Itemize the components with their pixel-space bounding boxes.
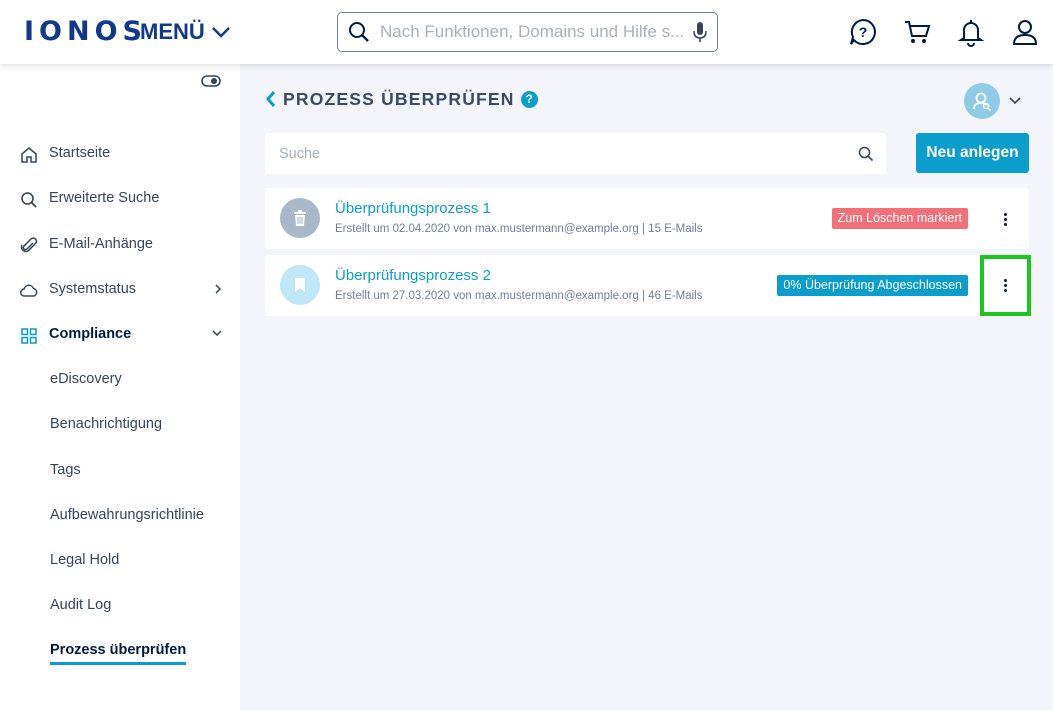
sidebar-subitem-audit-log[interactable]: Audit Log xyxy=(50,597,111,627)
home-icon xyxy=(21,147,37,163)
global-search-box[interactable] xyxy=(337,12,718,52)
ionos-logo[interactable]: IONOS xyxy=(24,16,147,48)
chevron-down-icon xyxy=(212,330,222,337)
sidebar-item-label: E-Mail-Anhänge xyxy=(49,236,153,252)
sidebar-item-erweiterte-suche[interactable]: Erweiterte Suche xyxy=(0,181,240,217)
cart-icon[interactable] xyxy=(899,14,935,50)
user-icon[interactable] xyxy=(1007,14,1043,50)
process-title-link[interactable]: Überprüfungsprozess 2 xyxy=(335,267,491,284)
menu-label: MENÜ xyxy=(140,19,205,44)
top-header: IONOS MENÜ ? xyxy=(0,0,1053,64)
new-process-button[interactable]: Neu anlegen xyxy=(916,133,1029,173)
status-badge: 0% Überprüfung Abgeschlossen xyxy=(777,275,968,296)
process-meta: Erstellt um 27.03.2020 von max.musterman… xyxy=(335,290,703,302)
process-card: Überprüfungsprozess 1 Erstellt um 02.04.… xyxy=(265,188,1029,249)
account-switcher[interactable] xyxy=(964,83,1022,119)
menu-button[interactable]: MENÜ xyxy=(140,18,231,46)
sidebar-item-label: Startseite xyxy=(49,145,111,161)
sidebar: Startseite Erweiterte Suche E-Mail-Anhän… xyxy=(0,64,240,710)
search-icon[interactable] xyxy=(858,146,874,162)
process-search-input[interactable] xyxy=(279,145,858,162)
sidebar-item-compliance[interactable]: Compliance xyxy=(0,317,240,353)
process-title-link[interactable]: Überprüfungsprozess 1 xyxy=(335,200,491,217)
page-header: PROZESS ÜBERPRÜFEN ? xyxy=(265,86,538,112)
sidebar-item-label: Compliance xyxy=(49,326,132,342)
sidebar-subitem-prozess-ueberpruefen[interactable]: Prozess überprüfen xyxy=(50,642,187,665)
paperclip-icon xyxy=(20,237,38,253)
sidebar-subitem-ediscovery[interactable]: eDiscovery xyxy=(50,371,122,401)
more-options-icon[interactable] xyxy=(980,255,1031,316)
process-meta: Erstellt um 02.04.2020 von max.musterman… xyxy=(335,223,703,235)
sidebar-subitem-tags[interactable]: Tags xyxy=(50,462,81,492)
sidebar-item-label: Systemstatus xyxy=(49,281,137,297)
user-search-icon xyxy=(973,92,992,112)
page-title: PROZESS ÜBERPRÜFEN xyxy=(283,88,515,109)
sidebar-subitem-benachrichtigung[interactable]: Benachrichtigung xyxy=(50,416,162,446)
global-search-input[interactable] xyxy=(380,22,693,42)
svg-text:?: ? xyxy=(859,24,868,40)
process-card: Überprüfungsprozess 2 Erstellt um 27.03.… xyxy=(265,255,1031,316)
back-chevron-icon[interactable] xyxy=(265,90,277,108)
sidebar-toggle-icon[interactable] xyxy=(201,74,221,93)
process-search-box[interactable] xyxy=(265,133,886,174)
bell-icon[interactable] xyxy=(953,14,989,50)
search-icon xyxy=(349,22,369,42)
sidebar-item-systemstatus[interactable]: Systemstatus xyxy=(0,272,240,308)
chevron-down-icon xyxy=(1009,97,1021,105)
search-icon xyxy=(21,192,37,208)
chevron-down-icon xyxy=(211,27,230,38)
microphone-icon[interactable] xyxy=(693,21,707,43)
status-badge: Zum Löschen markiert xyxy=(831,208,968,229)
sidebar-item-email-anhaenge[interactable]: E-Mail-Anhänge xyxy=(0,227,240,263)
trash-icon xyxy=(280,198,320,238)
avatar[interactable] xyxy=(964,83,1000,119)
cloud-icon xyxy=(20,284,38,297)
more-options-icon[interactable] xyxy=(981,194,1029,244)
help-chat-icon[interactable]: ? xyxy=(845,14,881,50)
sidebar-subitem-aufbewahrungsrichtlinie[interactable]: Aufbewahrungsrichtlinie xyxy=(50,507,204,537)
bookmark-icon xyxy=(280,265,320,305)
chevron-right-icon xyxy=(215,284,222,294)
grid-icon xyxy=(21,328,37,344)
help-icon[interactable]: ? xyxy=(520,90,538,108)
sidebar-item-label: Erweiterte Suche xyxy=(49,190,160,206)
sidebar-subitem-legal-hold[interactable]: Legal Hold xyxy=(50,552,119,582)
sidebar-item-startseite[interactable]: Startseite xyxy=(0,136,240,172)
